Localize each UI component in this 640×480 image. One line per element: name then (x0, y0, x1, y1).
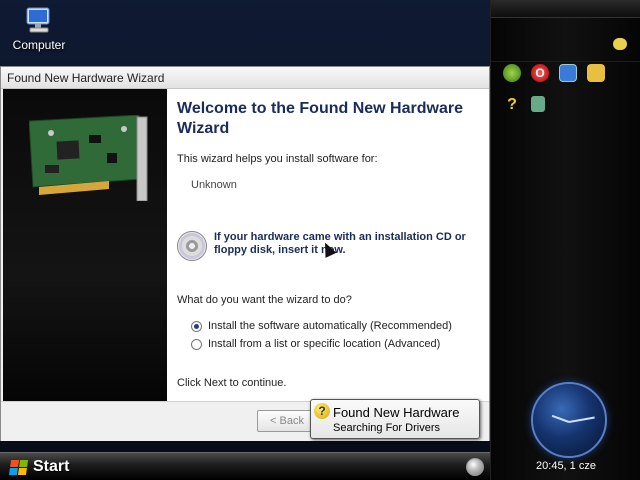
device-name: Unknown (191, 179, 237, 191)
option-label: Install from a list or specific location… (208, 338, 441, 350)
help-icon[interactable]: ? (503, 96, 521, 114)
intro-text: This wizard helps you install software f… (177, 153, 378, 165)
wizard-side-panel (3, 89, 167, 401)
monitor-icon[interactable] (559, 64, 577, 82)
cd-icon (177, 231, 207, 261)
clock-text: 20:45, 1 cze (536, 460, 596, 472)
continue-text: Click Next to continue. (177, 377, 287, 389)
windows-logo-icon (8, 459, 29, 475)
window-title: Found New Hardware Wizard (1, 67, 489, 89)
clock-hour-hand (551, 414, 570, 423)
question-text: What do you want the wizard to do? (177, 294, 352, 306)
radio-button[interactable] (191, 338, 202, 350)
start-button[interactable]: Start (4, 456, 75, 478)
back-button[interactable]: < Back (257, 410, 317, 432)
radio-button[interactable] (191, 320, 202, 332)
wizard-heading: Welcome to the Found New Hardware Wizard (177, 100, 463, 137)
option-install-automatically[interactable]: Install the software automatically (Reco… (191, 320, 452, 332)
sidebar-header (491, 0, 640, 18)
desktop-icon-computer[interactable]: Computer (8, 6, 70, 52)
computer-icon (24, 6, 54, 36)
option-install-from-list[interactable]: Install from a list or specific location… (191, 338, 440, 350)
folder-icon[interactable] (587, 64, 605, 82)
chat-icon[interactable] (613, 38, 627, 50)
device-icon[interactable] (531, 96, 545, 112)
globe-icon[interactable] (503, 64, 521, 82)
balloon-title: Found New Hardware (333, 405, 460, 420)
sidebar: O ? 20:45, 1 cze (490, 0, 640, 480)
taskbar: Start (0, 452, 490, 480)
cd-prompt-text: If your hardware came with an installati… (214, 231, 466, 256)
sidebar-tray: ? (503, 96, 545, 114)
tray-orb-icon[interactable] (466, 458, 484, 476)
clock-minute-hand (568, 416, 595, 423)
option-label: Install the software automatically (Reco… (208, 320, 452, 332)
opera-icon[interactable]: O (531, 64, 549, 82)
network-card-image (28, 114, 149, 202)
balloon-subtitle: Searching For Drivers (333, 422, 440, 434)
help-icon: ? (314, 403, 330, 419)
sidebar-gadget-strip (491, 22, 640, 62)
sidebar-quick-launch: O (503, 64, 605, 82)
desktop-icon-label: Computer (12, 38, 66, 52)
notification-balloon[interactable]: ? Found New Hardware Searching For Drive… (310, 399, 480, 439)
start-label: Start (33, 458, 70, 475)
clock-gadget (531, 382, 607, 458)
wizard-window: Found New Hardware Wizard Welcome to the… (0, 66, 490, 441)
